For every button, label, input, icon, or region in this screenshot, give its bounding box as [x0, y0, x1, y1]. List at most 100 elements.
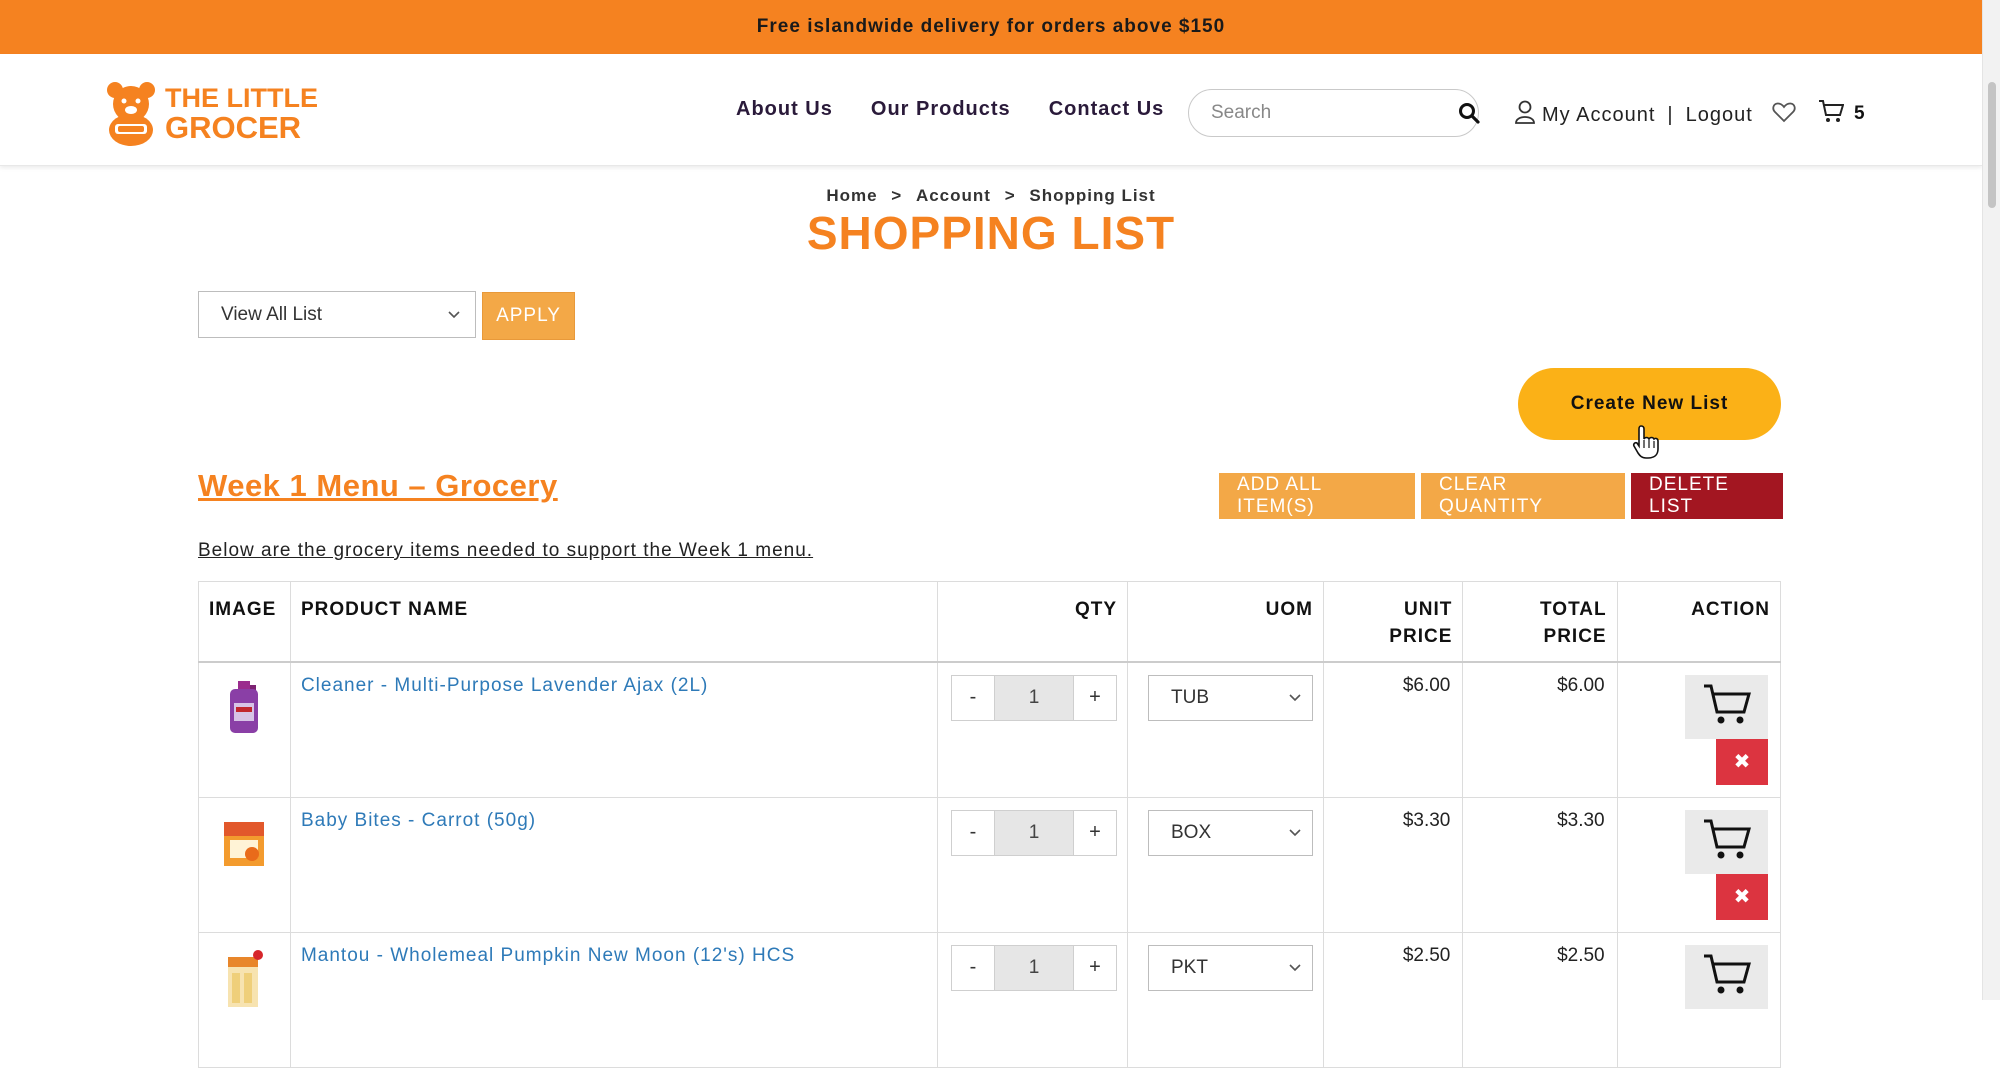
uom-select[interactable]: TUB — [1148, 674, 1313, 721]
search-input[interactable] — [1209, 101, 1458, 125]
product-link[interactable]: Mantou - Wholemeal Pumpkin New Moon (12'… — [301, 945, 795, 966]
delete-list-button[interactable]: DELETE LIST — [1631, 473, 1783, 519]
product-image-cell — [198, 661, 291, 798]
qty-cell: - 1 + — [937, 661, 1128, 798]
clear-quantity-button[interactable]: CLEAR QUANTITY — [1421, 473, 1625, 519]
page-scrollbar[interactable] — [1982, 0, 2000, 1000]
col-header-product: PRODUCT NAME — [289, 581, 939, 662]
product-image[interactable] — [222, 814, 266, 872]
total-price: $3.30 — [1462, 796, 1618, 933]
col-header-uom: UOM — [1127, 581, 1324, 662]
cart-count: 5 — [1854, 102, 1865, 124]
col-header-unit-price-line1: UNIT — [1404, 599, 1453, 620]
product-image-cell — [198, 796, 291, 933]
site-header: THE LITTLE GROCER About Us Our Products … — [0, 54, 1982, 166]
qty-increment-button[interactable]: + — [1074, 810, 1116, 855]
site-logo[interactable]: THE LITTLE GROCER — [103, 80, 318, 146]
account-links: My Account | Logout — [1514, 100, 1753, 130]
scrollbar-thumb[interactable] — [1988, 82, 1996, 208]
quantity-stepper: - 1 + — [951, 809, 1117, 856]
list-description: Below are the grocery items needed to su… — [198, 540, 814, 561]
uom-value: PKT — [1171, 956, 1208, 978]
search-bar — [1188, 89, 1480, 137]
my-account-link[interactable]: My Account — [1542, 104, 1655, 127]
add-all-items-button[interactable]: ADD ALL ITEM(S) — [1219, 473, 1415, 519]
list-filter-value: View All List — [221, 303, 323, 325]
qty-input[interactable]: 1 — [994, 945, 1074, 990]
nav-our-products[interactable]: Our Products — [871, 98, 1011, 121]
table-row: Baby Bites - Carrot (50g) - 1 + BOX $3.3… — [198, 796, 1782, 933]
nav-contact-us[interactable]: Contact Us — [1049, 98, 1165, 121]
col-header-unit-price-line2: PRICE — [1389, 626, 1453, 647]
cart-icon — [1702, 817, 1752, 867]
uom-select[interactable]: PKT — [1148, 944, 1313, 991]
qty-decrement-button[interactable]: - — [952, 810, 994, 855]
list-title-link[interactable]: Week 1 Menu – Grocery — [198, 468, 558, 504]
list-filter-select[interactable]: View All List — [198, 291, 476, 338]
product-name-cell: Baby Bites - Carrot (50g) — [289, 796, 939, 933]
cart-icon — [1702, 952, 1752, 1002]
breadcrumb-home[interactable]: Home — [826, 186, 877, 205]
search-icon[interactable] — [1458, 102, 1480, 124]
quantity-stepper: - 1 + — [951, 944, 1117, 991]
logout-link[interactable]: Logout — [1686, 104, 1753, 127]
heart-icon[interactable] — [1772, 101, 1796, 128]
add-to-cart-button[interactable] — [1685, 944, 1768, 1009]
main-nav: About Us Our Products Contact Us — [736, 98, 1164, 121]
close-icon: ✖ — [1733, 751, 1751, 773]
table-row: Cleaner - Multi-Purpose Lavender Ajax (2… — [198, 661, 1782, 798]
product-name-cell: Cleaner - Multi-Purpose Lavender Ajax (2… — [289, 661, 939, 798]
list-action-buttons: ADD ALL ITEM(S) CLEAR QUANTITY DELETE LI… — [1219, 473, 1783, 519]
bear-logo-icon — [103, 80, 159, 146]
uom-select[interactable]: BOX — [1148, 809, 1313, 856]
breadcrumb-separator: > — [1004, 186, 1016, 205]
col-header-total-price-line1: TOTAL — [1540, 599, 1607, 620]
header-cart[interactable]: 5 — [1818, 99, 1865, 128]
user-icon — [1514, 100, 1536, 130]
unit-price: $3.30 — [1322, 796, 1464, 933]
chevron-down-icon — [1288, 822, 1302, 844]
nav-about-us[interactable]: About Us — [736, 98, 833, 121]
page-title: SHOPPING LIST — [806, 207, 1176, 259]
add-to-cart-button[interactable] — [1685, 674, 1768, 739]
col-header-action: ACTION — [1616, 581, 1782, 662]
breadcrumb-separator: > — [891, 186, 903, 205]
breadcrumb: Home > Account > Shopping List — [0, 186, 1982, 206]
remove-item-button[interactable]: ✖ — [1716, 873, 1768, 920]
close-icon: ✖ — [1733, 886, 1751, 908]
product-image[interactable] — [222, 679, 266, 737]
col-header-total-price-line2: PRICE — [1543, 626, 1607, 647]
table-header-row: IMAGE PRODUCT NAME QTY UOM UNIT PRICE TO… — [198, 581, 1782, 662]
breadcrumb-account[interactable]: Account — [916, 186, 991, 205]
uom-value: BOX — [1171, 821, 1212, 843]
qty-input[interactable]: 1 — [994, 810, 1074, 855]
uom-cell: TUB — [1127, 661, 1324, 798]
logo-line-1: THE LITTLE — [165, 83, 318, 113]
qty-increment-button[interactable]: + — [1074, 945, 1116, 990]
account-separator: | — [1667, 103, 1674, 126]
qty-decrement-button[interactable]: - — [952, 945, 994, 990]
shopping-list-table: IMAGE PRODUCT NAME QTY UOM UNIT PRICE TO… — [198, 581, 1782, 1068]
quantity-stepper: - 1 + — [951, 674, 1117, 721]
qty-decrement-button[interactable]: - — [952, 675, 994, 720]
cart-icon — [1702, 682, 1752, 732]
qty-increment-button[interactable]: + — [1074, 675, 1116, 720]
product-link[interactable]: Baby Bites - Carrot (50g) — [301, 810, 536, 831]
col-header-unit-price: UNIT PRICE — [1322, 581, 1464, 662]
hand-pointer-icon — [1632, 424, 1660, 465]
unit-price: $6.00 — [1322, 661, 1464, 798]
promo-banner: Free islandwide delivery for orders abov… — [0, 0, 1982, 54]
product-link[interactable]: Cleaner - Multi-Purpose Lavender Ajax (2… — [301, 675, 708, 696]
qty-input[interactable]: 1 — [994, 675, 1074, 720]
chevron-down-icon — [1288, 957, 1302, 979]
remove-item-button[interactable]: ✖ — [1716, 738, 1768, 785]
product-image[interactable] — [222, 949, 266, 1007]
qty-cell: - 1 + — [937, 796, 1128, 933]
promo-text: Free islandwide delivery for orders abov… — [756, 16, 1226, 37]
col-header-total-price: TOTAL PRICE — [1462, 581, 1618, 662]
cart-icon — [1818, 99, 1845, 128]
logo-line-2: GROCER — [165, 110, 302, 145]
action-cell: ✖ — [1616, 796, 1782, 933]
add-to-cart-button[interactable] — [1685, 809, 1768, 874]
apply-button[interactable]: APPLY — [482, 292, 575, 340]
